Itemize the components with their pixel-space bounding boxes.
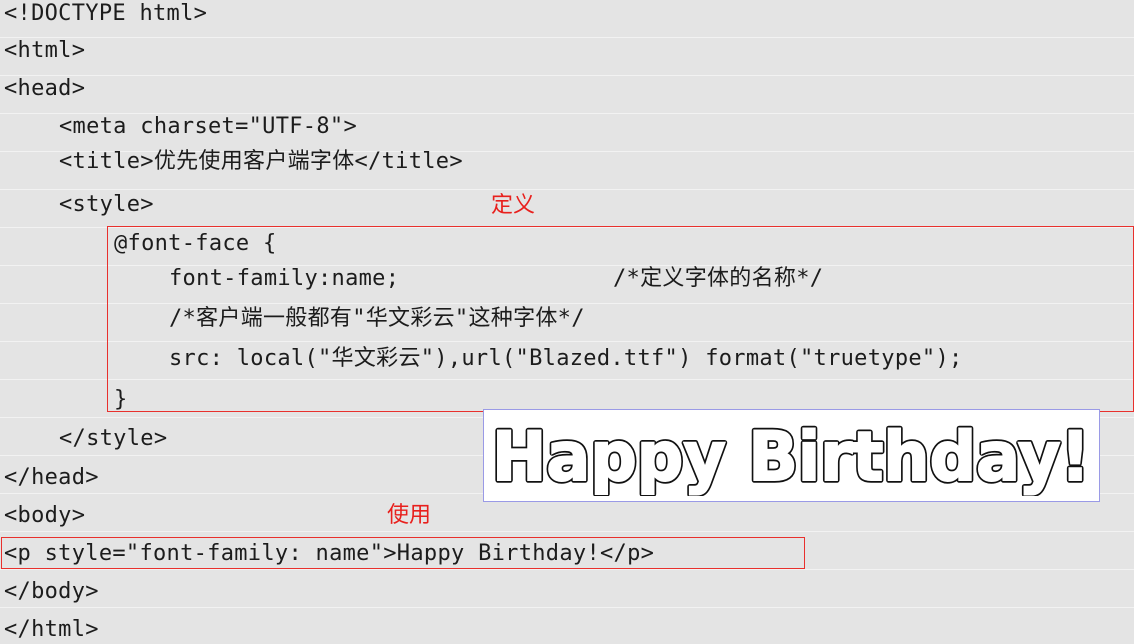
code-line-doctype: <!DOCTYPE html>: [4, 1, 208, 26]
font-preview-panel: Happy Birthday! Happy Birthday!: [483, 409, 1100, 502]
paragraph-highlight-box: [1, 537, 805, 569]
code-line-meta: <meta charset="UTF-8">: [59, 114, 357, 139]
code-line-head-close: </head>: [4, 465, 99, 490]
code-line-style-close: </style>: [59, 426, 168, 451]
code-line-title: <title>优先使用客户端字体</title>: [59, 149, 463, 174]
use-label: 使用: [387, 503, 432, 528]
code-line-body-close: </body>: [4, 579, 99, 604]
font-preview-graphic: Happy Birthday! Happy Birthday!: [489, 416, 1093, 496]
font-face-highlight-box: [107, 226, 1134, 412]
code-line-style-open: <style>: [59, 192, 154, 217]
font-preview-text-inner: Happy Birthday!: [492, 418, 1090, 496]
code-line-html-open: <html>: [4, 38, 86, 63]
code-line-html-close: </html>: [4, 617, 99, 642]
code-line-head-open: <head>: [4, 76, 86, 101]
code-line-body-open: <body>: [4, 503, 86, 528]
define-label: 定义: [491, 193, 536, 218]
